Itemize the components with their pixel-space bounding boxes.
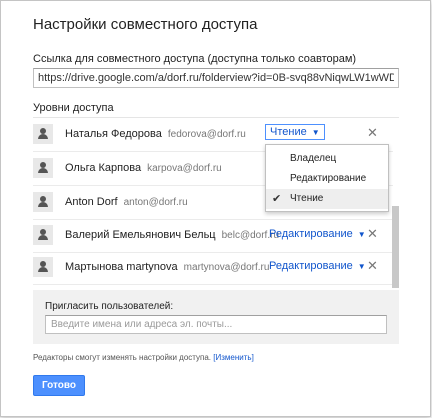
sharing-settings-dialog: Настройки совместного доступа Ссылка для… xyxy=(0,0,431,417)
menu-item-edit[interactable]: Редактирование xyxy=(266,169,388,189)
user-row-martynova: Мартынова martynova martynova@dorf.ru Ред… xyxy=(33,251,393,285)
role-select[interactable]: Редактирование ▼ xyxy=(269,260,366,272)
close-icon[interactable]: ✕ xyxy=(367,226,378,242)
menu-item-label: Владелец xyxy=(290,153,337,164)
menu-item-label: Чтение xyxy=(290,193,324,204)
invite-input[interactable] xyxy=(45,315,387,334)
role-select[interactable]: Чтение ▼ xyxy=(265,124,325,140)
share-link-field[interactable] xyxy=(33,68,399,88)
editors-note: Редакторы смогут изменять настройки дост… xyxy=(33,353,254,362)
user-name: Наталья Федорова xyxy=(65,128,162,140)
menu-item-owner[interactable]: Владелец xyxy=(266,149,388,169)
person-icon xyxy=(33,192,53,212)
user-email: martynova@dorf.ru xyxy=(183,262,270,273)
user-email: anton@dorf.ru xyxy=(123,197,188,208)
menu-item-read[interactable]: ✔ Чтение xyxy=(266,189,388,209)
access-levels-label: Уровни доступа xyxy=(33,102,114,114)
role-select[interactable]: Редактирование ▼ xyxy=(269,228,366,240)
chevron-down-icon: ▼ xyxy=(357,230,366,239)
scrollbar[interactable] xyxy=(392,206,399,288)
user-email: fedorova@dorf.ru xyxy=(167,129,246,140)
chevron-down-icon: ▼ xyxy=(357,262,366,271)
menu-item-label: Редактирование xyxy=(290,173,367,184)
user-name: Валерий Емельянович Бельц xyxy=(65,229,216,241)
note-text: Редакторы смогут изменять настройки дост… xyxy=(33,353,212,362)
chevron-down-icon: ▼ xyxy=(311,128,320,137)
invite-label: Пригласить пользователей: xyxy=(45,301,174,312)
user-name: Ольга Карпова xyxy=(65,162,142,174)
role-label: Редактирование xyxy=(269,260,353,272)
close-icon[interactable]: ✕ xyxy=(367,258,378,274)
close-icon[interactable]: ✕ xyxy=(367,125,378,141)
invite-panel: Пригласить пользователей: xyxy=(33,290,399,344)
user-name: Мартынова martynova xyxy=(65,261,178,273)
role-label: Редактирование xyxy=(269,228,353,240)
person-icon xyxy=(33,257,53,277)
dialog-title: Настройки совместного доступа xyxy=(33,16,258,33)
share-link-label: Ссылка для совместного доступа (доступна… xyxy=(33,53,357,65)
check-icon: ✔ xyxy=(272,193,282,205)
role-dropdown-menu: Владелец Редактирование ✔ Чтение xyxy=(265,144,389,212)
done-button[interactable]: Готово xyxy=(33,375,85,396)
user-row-belc: Валерий Емельянович Бельц belc@dorf.ru Ре… xyxy=(33,219,393,253)
person-icon xyxy=(33,225,53,245)
change-link[interactable]: [Изменить] xyxy=(213,353,254,362)
user-name: Anton Dorf xyxy=(65,196,118,208)
role-label: Чтение xyxy=(270,126,307,138)
person-icon xyxy=(33,158,53,178)
person-icon xyxy=(33,124,53,144)
user-email: karpova@dorf.ru xyxy=(147,163,222,174)
